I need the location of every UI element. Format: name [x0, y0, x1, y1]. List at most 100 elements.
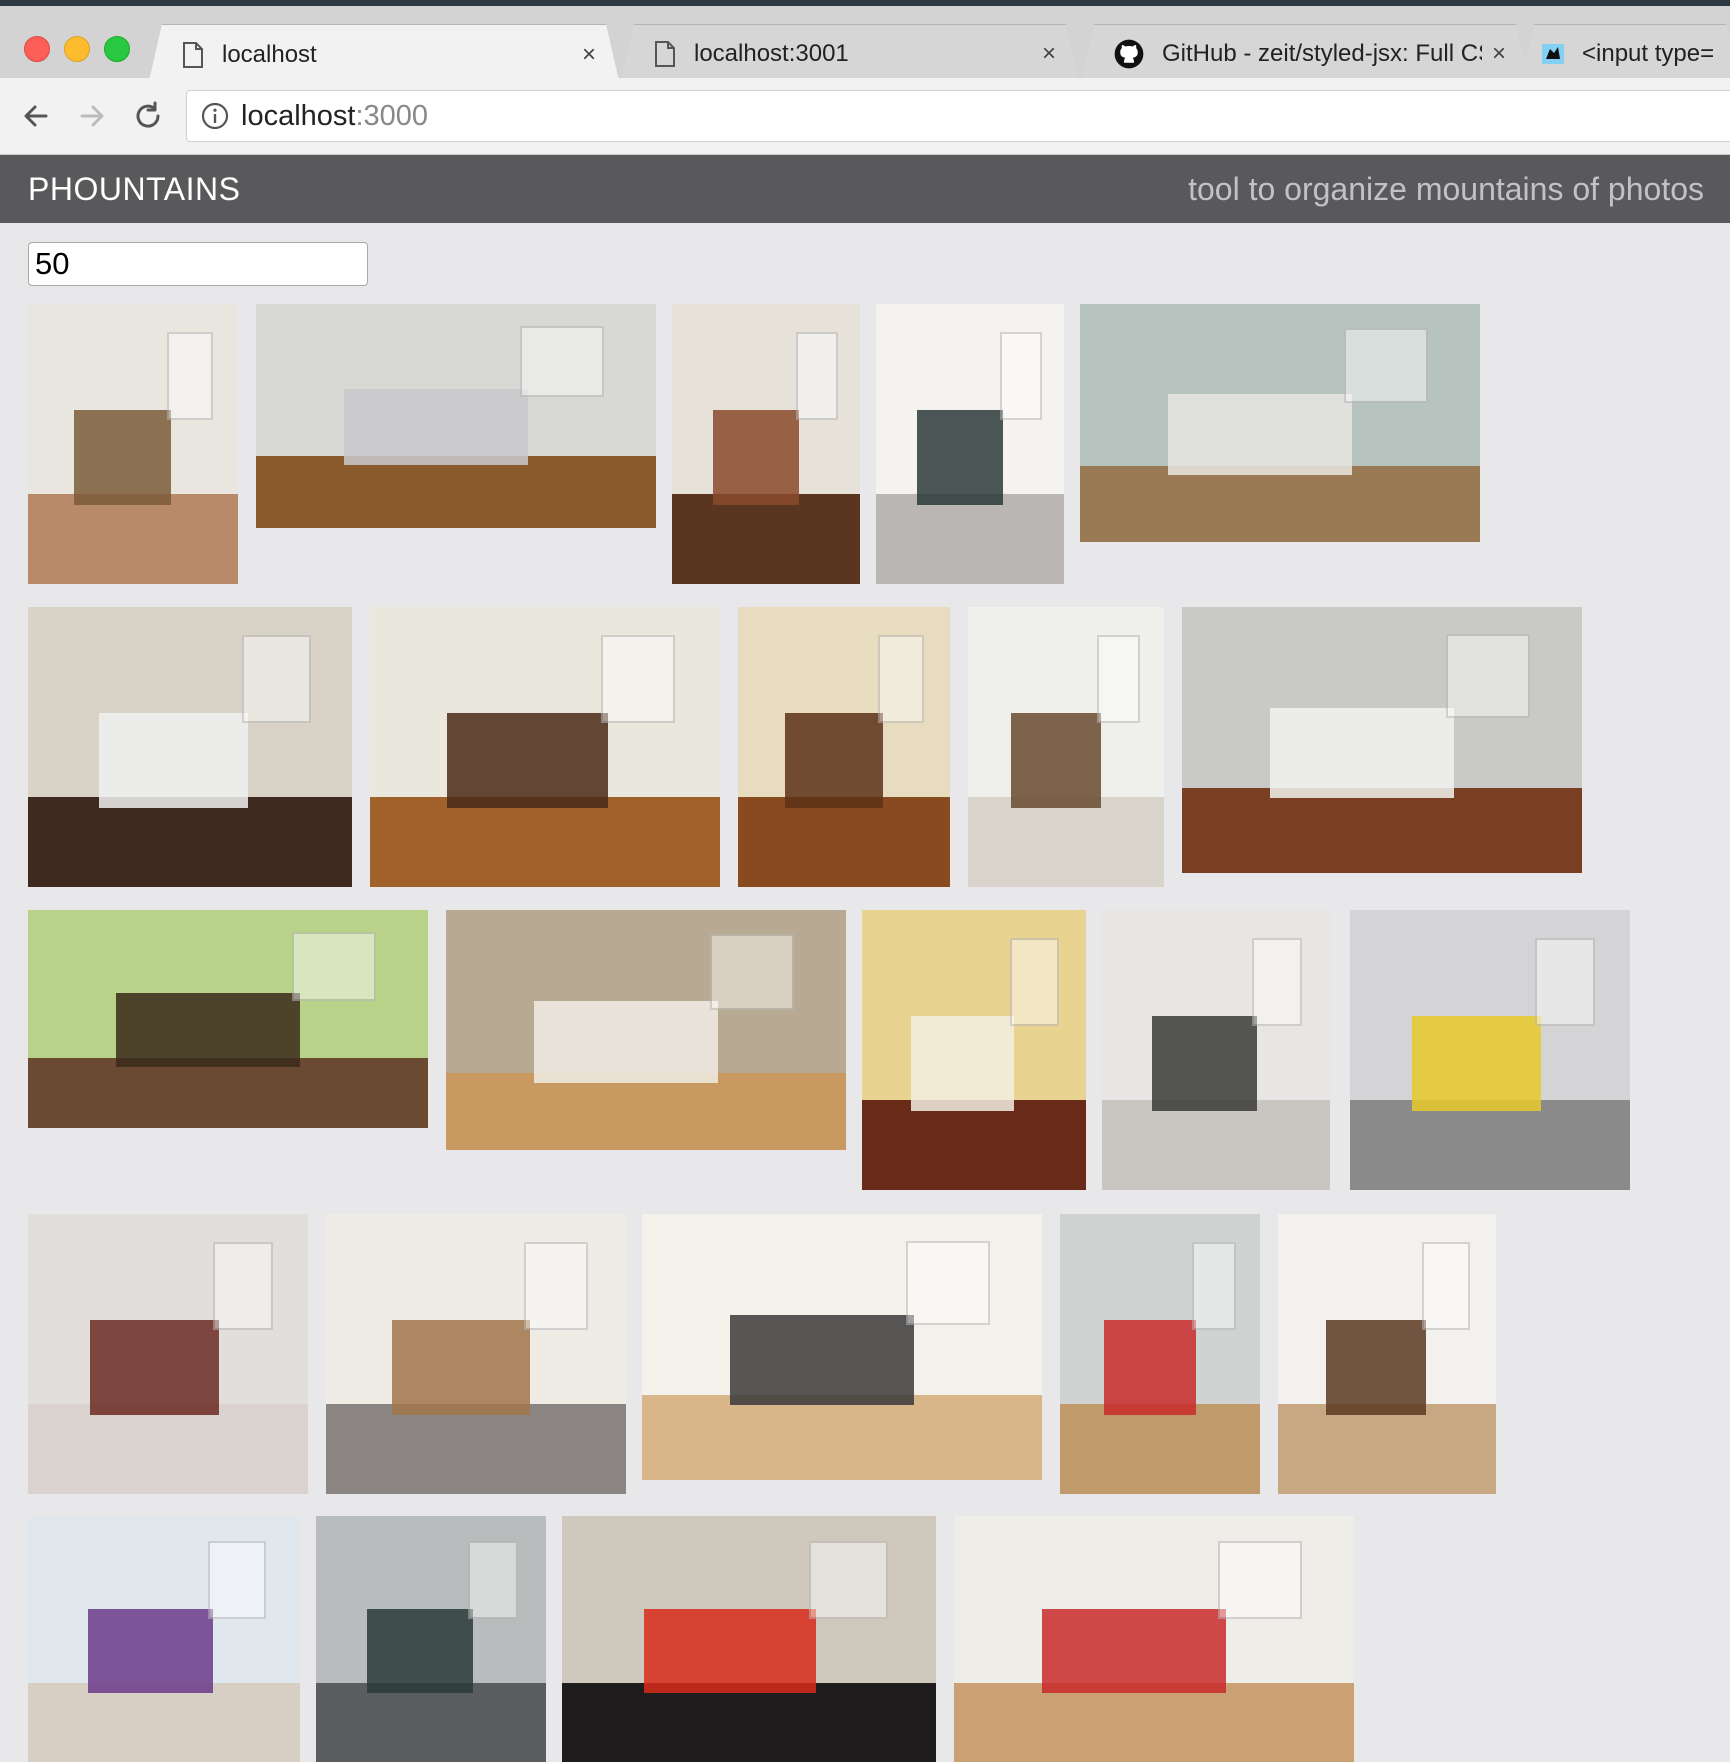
photo-thumbnail[interactable]: [1350, 910, 1630, 1190]
photo-thumbnail[interactable]: [1080, 304, 1480, 542]
photo-window: [242, 635, 311, 723]
tab-localhost[interactable]: localhost ×: [148, 24, 620, 85]
photo-thumbnail[interactable]: [316, 1516, 546, 1762]
photo-window: [213, 1242, 273, 1330]
photo-floor: [1350, 1100, 1630, 1190]
info-icon[interactable]: [201, 102, 229, 130]
photo-furniture: [392, 1320, 530, 1415]
photo-window: [292, 932, 376, 1001]
photo-thumbnail[interactable]: [256, 304, 656, 528]
photo-furniture: [534, 1001, 718, 1083]
tab-localhost-3001[interactable]: localhost:3001 ×: [620, 24, 1080, 84]
back-button[interactable]: [16, 96, 56, 136]
photo-furniture: [74, 410, 171, 505]
close-tab-icon[interactable]: ×: [1042, 40, 1056, 68]
photo-floor: [326, 1404, 626, 1494]
photo-furniture: [911, 1016, 1014, 1111]
photo-window: [520, 326, 604, 397]
photo-floor: [1102, 1100, 1330, 1190]
photo-floor: [968, 797, 1164, 887]
photo-furniture: [344, 389, 528, 465]
zoom-window-button[interactable]: [104, 36, 130, 62]
minimize-window-button[interactable]: [64, 36, 90, 62]
photo-floor: [446, 1073, 846, 1150]
photo-thumbnail[interactable]: [1182, 607, 1582, 873]
app-title: PHOUNTAINS: [28, 171, 241, 207]
photo-window: [1422, 1242, 1470, 1330]
photo-thumbnail[interactable]: [28, 1214, 308, 1494]
photo-thumbnail[interactable]: [1060, 1214, 1260, 1494]
photo-floor: [642, 1395, 1042, 1480]
photo-furniture: [88, 1609, 213, 1693]
photo-furniture: [447, 713, 608, 808]
photo-window: [1000, 332, 1042, 420]
photo-thumbnail[interactable]: [370, 607, 720, 887]
photo-thumbnail[interactable]: [1102, 910, 1330, 1190]
forward-button[interactable]: [72, 96, 112, 136]
close-tab-icon[interactable]: ×: [582, 41, 596, 69]
tab-title: localhost:3001: [694, 40, 849, 67]
photo-count-input[interactable]: [28, 242, 368, 286]
photo-thumbnail[interactable]: [28, 1516, 300, 1762]
photo-floor: [256, 456, 656, 528]
photo-floor: [316, 1683, 546, 1762]
photo-furniture: [730, 1315, 914, 1405]
photo-floor: [28, 494, 238, 584]
tab-title: localhost: [222, 40, 317, 68]
photo-thumbnail[interactable]: [862, 910, 1086, 1190]
address-bar[interactable]: localhost:3000: [186, 90, 1730, 142]
mdn-icon: [1542, 44, 1564, 64]
photo-thumbnail[interactable]: [672, 304, 860, 584]
photo-thumbnail[interactable]: [738, 607, 950, 887]
photo-thumbnail[interactable]: [954, 1516, 1354, 1762]
photo-window: [809, 1541, 888, 1619]
photo-furniture: [1168, 394, 1352, 475]
photo-thumbnail[interactable]: [562, 1516, 936, 1762]
photo-floor: [370, 797, 720, 887]
photo-floor: [954, 1683, 1354, 1762]
close-tab-icon[interactable]: ×: [1492, 40, 1506, 68]
photo-thumbnail[interactable]: [326, 1214, 626, 1494]
photo-window: [906, 1241, 990, 1325]
photo-thumbnail[interactable]: [876, 304, 1064, 584]
photo-furniture: [1326, 1320, 1426, 1415]
photo-floor: [28, 1683, 300, 1762]
photo-thumbnail[interactable]: [28, 910, 428, 1128]
photo-window: [878, 635, 924, 723]
photo-thumbnail[interactable]: [28, 607, 352, 887]
photo-floor: [672, 494, 860, 584]
reload-button[interactable]: [128, 96, 168, 136]
tab-title: GitHub - zeit/styled-jsx: Full CS: [1162, 40, 1482, 67]
forward-arrow-icon: [80, 105, 104, 127]
photo-floor: [1080, 466, 1480, 542]
photo-thumbnail[interactable]: [28, 304, 238, 584]
page-icon: [183, 41, 203, 68]
back-arrow-icon: [24, 105, 48, 127]
photo-floor: [1278, 1404, 1496, 1494]
github-icon: [1114, 39, 1144, 69]
photo-furniture: [644, 1609, 816, 1693]
photo-furniture: [785, 713, 883, 808]
photo-thumbnail[interactable]: [642, 1214, 1042, 1480]
close-window-button[interactable]: [24, 36, 50, 62]
reload-icon: [136, 101, 160, 128]
photo-floor: [28, 1404, 308, 1494]
photo-floor: [562, 1683, 936, 1762]
photo-furniture: [367, 1609, 473, 1693]
photo-furniture: [713, 410, 799, 505]
photo-floor: [876, 494, 1064, 584]
photo-thumbnail[interactable]: [968, 607, 1164, 887]
tab-title: <input type=: [1582, 40, 1715, 67]
photo-window: [796, 332, 838, 420]
photo-furniture: [1042, 1609, 1226, 1693]
photo-window: [1535, 938, 1595, 1026]
photo-thumbnail[interactable]: [446, 910, 846, 1150]
photo-window: [1252, 938, 1302, 1026]
photo-floor: [862, 1100, 1086, 1190]
photo-window: [1344, 328, 1428, 403]
photo-window: [167, 332, 213, 420]
photo-furniture: [1104, 1320, 1196, 1415]
photo-thumbnail[interactable]: [1278, 1214, 1496, 1494]
tab-mdn-input[interactable]: <input type=: [1520, 24, 1730, 84]
tab-github-styled-jsx[interactable]: GitHub - zeit/styled-jsx: Full CS ×: [1080, 24, 1530, 84]
